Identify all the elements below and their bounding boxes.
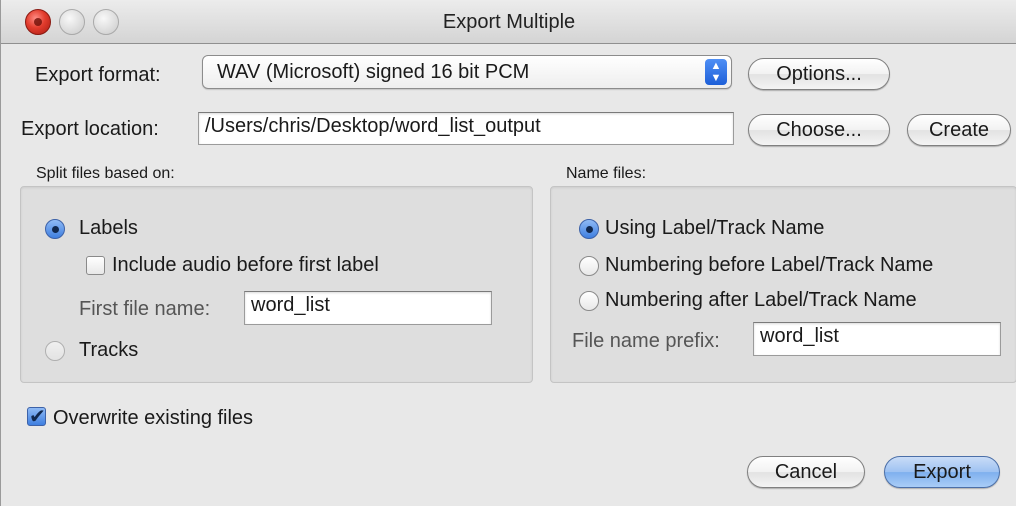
split-files-heading: Split files based on: [36,165,175,182]
tracks-radio[interactable] [45,341,65,361]
choose-button[interactable]: Choose... [748,114,890,146]
title-bar: Export Multiple [1,0,1016,44]
window-title: Export Multiple [442,11,576,33]
export-format-popup[interactable]: WAV (Microsoft) signed 16 bit PCM ▲ ▼ [202,55,732,89]
overwrite-checkbox[interactable] [27,404,46,428]
options-button[interactable]: Options... [748,58,890,90]
labels-radio[interactable] [45,219,65,239]
cancel-button[interactable]: Cancel [747,456,865,488]
up-down-arrows-icon: ▲ ▼ [705,59,727,85]
numbering-before-radio[interactable] [579,256,599,276]
tracks-option-label[interactable]: Tracks [79,339,138,362]
export-location-field[interactable]: /Users/chris/Desktop/word_list_output [198,112,734,145]
first-file-name-field[interactable]: word_list [244,291,492,325]
export-format-selected: WAV (Microsoft) signed 16 bit PCM [217,61,530,83]
using-label-track-name-label[interactable]: Using Label/Track Name [605,217,824,240]
export-button[interactable]: Export [884,456,1000,488]
numbering-before-label[interactable]: Numbering before Label/Track Name [605,254,933,277]
file-name-prefix-label: File name prefix: [572,330,720,352]
export-format-label: Export format: [35,64,161,86]
overwrite-label[interactable]: Overwrite existing files [53,407,253,430]
include-audio-checkbox[interactable] [86,256,105,275]
file-name-prefix-field[interactable]: word_list [753,322,1001,356]
labels-option-label[interactable]: Labels [79,217,138,240]
create-button[interactable]: Create [907,114,1011,146]
first-file-name-label: First file name: [79,298,211,320]
numbering-after-radio[interactable] [579,291,599,311]
numbering-after-label[interactable]: Numbering after Label/Track Name [605,289,917,312]
export-location-label: Export location: [21,118,159,140]
export-multiple-dialog: Export Multiple Export format: WAV (Micr… [0,0,1016,506]
include-audio-label[interactable]: Include audio before first label [112,254,379,277]
using-label-track-name-radio[interactable] [579,219,599,239]
name-files-heading: Name files: [566,165,647,182]
